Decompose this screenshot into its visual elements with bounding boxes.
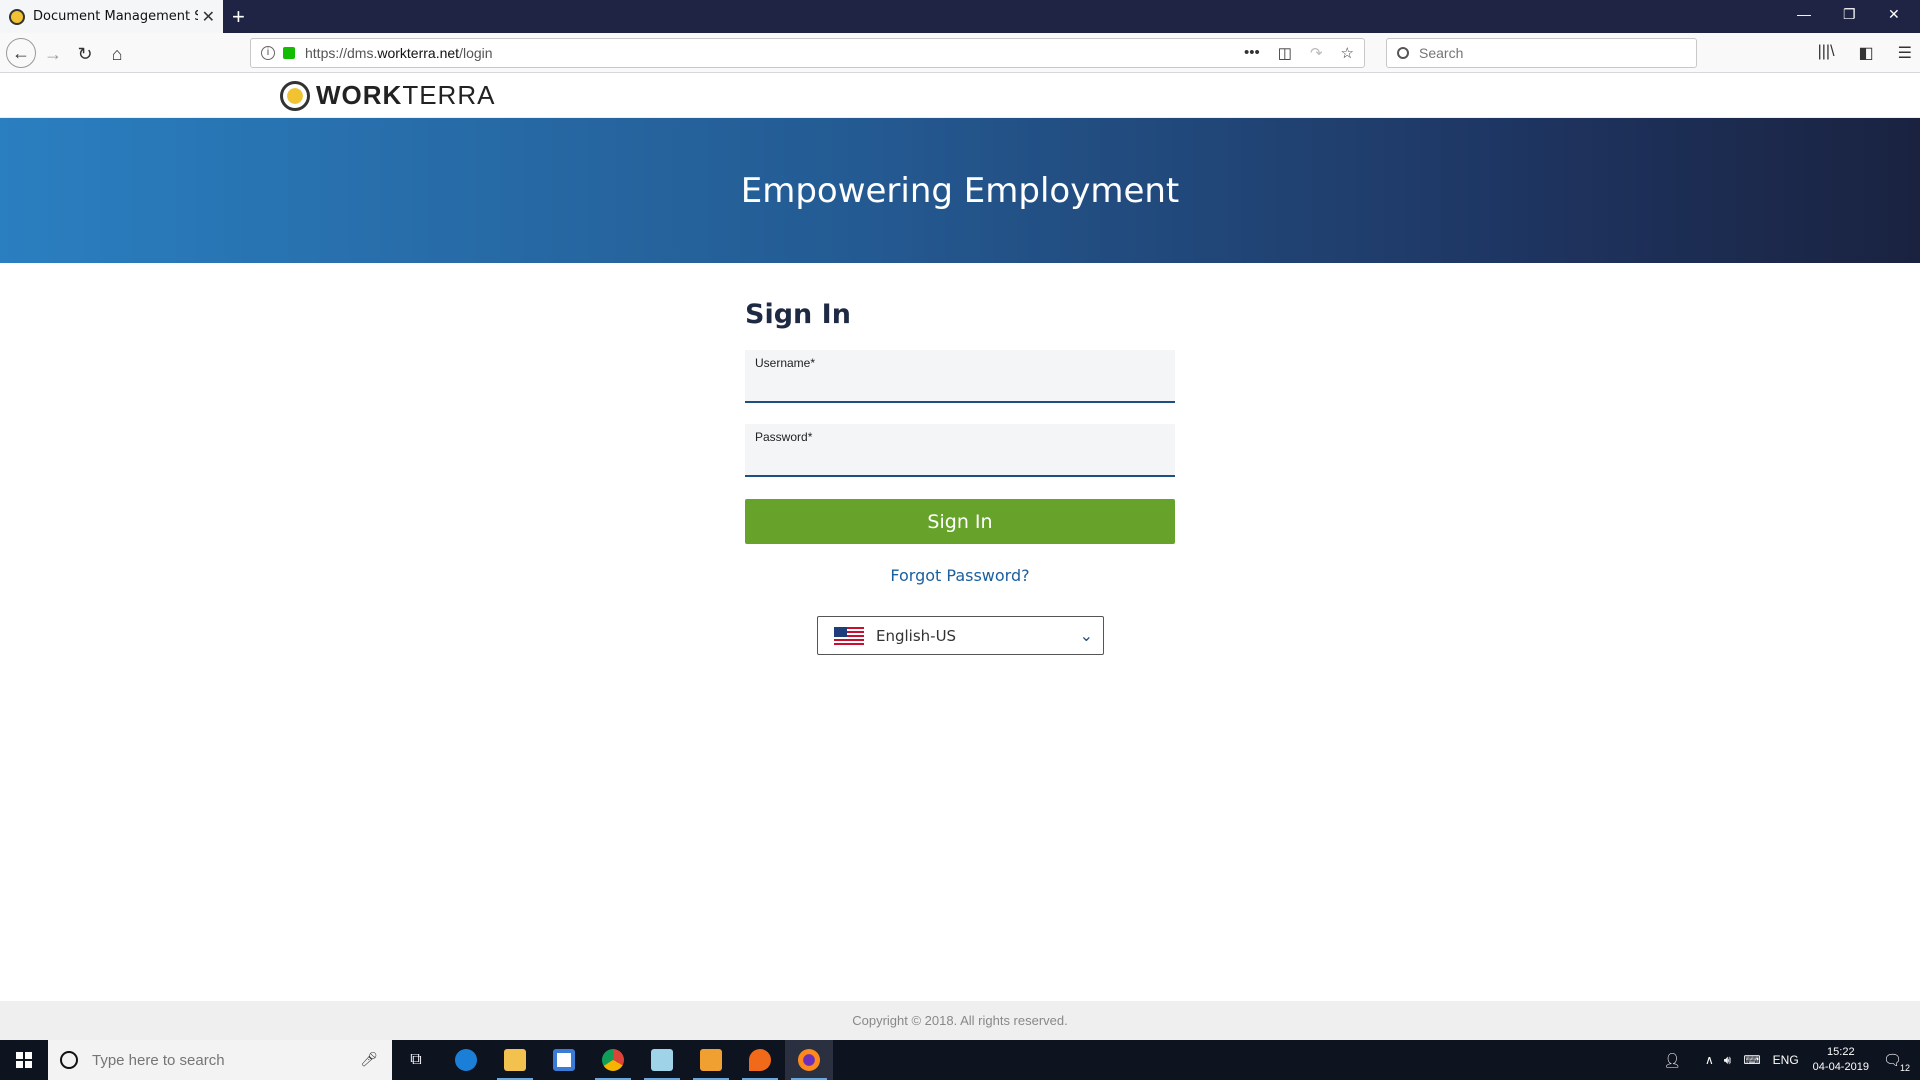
language-select[interactable]: English-US ⌄ [817, 616, 1104, 655]
pocket-icon[interactable]: ◫ [1278, 44, 1292, 62]
browser-tab[interactable]: Document Management Servic ✕ [0, 0, 223, 33]
taskbar-app-notes[interactable] [638, 1040, 686, 1080]
browser-search-input[interactable] [1419, 45, 1679, 61]
browser-search-bar[interactable] [1386, 38, 1697, 68]
menu-icon[interactable]: ☰ [1898, 43, 1912, 63]
back-icon[interactable]: ← [6, 38, 36, 68]
copyright-text: Copyright © 2018. All rights reserved. [852, 1013, 1068, 1028]
taskbar-store[interactable] [540, 1040, 588, 1080]
people-icon[interactable]: 👤︎ [1663, 1052, 1681, 1069]
task-view-icon: ⧉ [410, 1051, 422, 1068]
tab-title: Document Management Servic [33, 9, 198, 24]
close-tab-icon[interactable]: ✕ [202, 7, 215, 27]
clock-date: 04-04-2019 [1812, 1061, 1869, 1073]
password-field[interactable]: Password* [745, 424, 1175, 477]
firefox-icon [798, 1049, 820, 1071]
windows-logo-icon [16, 1052, 32, 1068]
forgot-password-link[interactable]: Forgot Password? [745, 566, 1175, 585]
taskbar-chrome[interactable] [589, 1040, 637, 1080]
bookmark-star-icon[interactable]: ☆ [1341, 44, 1354, 62]
logo-bold: WORK [316, 80, 403, 110]
window-close-icon[interactable]: ✕ [1888, 6, 1900, 23]
logo-wordmark: WORKTERRA [316, 80, 495, 111]
taskbar-edge[interactable] [442, 1040, 490, 1080]
flame-app-icon [749, 1049, 771, 1071]
lock-icon [283, 47, 295, 59]
task-view-button[interactable]: ⧉ [392, 1040, 440, 1080]
url-bar-tools: ••• ◫ ↷ ☆ [1244, 44, 1354, 62]
minimize-icon[interactable]: — [1797, 6, 1811, 22]
url-domain: workterra.net [377, 45, 460, 61]
taskbar: 🎤︎ ⧉ 👤︎ ∧ 🔊︎ ⌨ ENG 15:22 04-04-2019 🗨︎12 [0, 1040, 1920, 1080]
site-footer: Copyright © 2018. All rights reserved. [0, 1001, 1920, 1040]
site-info-icon[interactable]: i [261, 46, 275, 60]
store-icon [553, 1049, 575, 1071]
url-prefix: https://dms. [305, 45, 378, 61]
library-icon[interactable]: |||\ [1818, 43, 1835, 63]
username-input[interactable] [755, 375, 1165, 397]
microphone-icon[interactable]: 🎤︎ [360, 1051, 378, 1068]
username-field[interactable]: Username* [745, 350, 1175, 403]
language-value: English-US [876, 626, 957, 645]
us-flag-icon [834, 626, 864, 645]
browser-toolbar: ← → ↻ ⌂ i https://dms.workterra.net/logi… [0, 33, 1920, 73]
system-tray: 👤︎ ∧ 🔊︎ ⌨ ENG 15:22 04-04-2019 🗨︎ 12 [1663, 1040, 1920, 1080]
signin-heading: Sign In [745, 299, 851, 330]
taskbar-search-input[interactable] [92, 1051, 362, 1069]
reload-icon[interactable]: ↻ [72, 41, 98, 67]
folder-icon [504, 1049, 526, 1071]
browser-tabstrip: Document Management Servic ✕ + — ❐ ✕ [0, 0, 1920, 33]
url-text[interactable]: https://dms.workterra.net/login [305, 45, 493, 61]
taskbar-file-explorer[interactable] [491, 1040, 539, 1080]
web-page: WORKTERRA Empowering Employment Sign In … [0, 74, 1920, 1040]
home-icon[interactable]: ⌂ [104, 41, 130, 67]
url-path: /login [459, 45, 493, 61]
taskbar-media-player[interactable] [687, 1040, 735, 1080]
logo-rest: TERRA [402, 80, 496, 110]
edge-icon [455, 1049, 477, 1071]
keyboard-icon[interactable]: ⌨ [1743, 1053, 1760, 1067]
clock[interactable]: 15:22 04-04-2019 [1813, 1045, 1869, 1075]
search-icon [1397, 47, 1409, 59]
forward-icon[interactable]: → [40, 41, 66, 67]
password-input[interactable] [755, 449, 1165, 471]
clock-time: 15:22 [1827, 1046, 1855, 1058]
workterra-logo[interactable]: WORKTERRA [280, 80, 495, 111]
chevron-up-icon[interactable]: ∧ [1705, 1053, 1714, 1067]
toolbar-right: |||\ ◧ ☰ [1818, 43, 1912, 63]
site-favicon-icon [9, 8, 25, 25]
hero-banner: Empowering Employment [0, 118, 1920, 263]
notification-count: 12 [1899, 1063, 1910, 1073]
chevron-down-icon: ⌄ [1079, 628, 1093, 645]
password-label: Password* [755, 430, 813, 444]
volume-icon[interactable]: 🔊︎ [1724, 1053, 1732, 1068]
site-header: WORKTERRA [0, 74, 1920, 118]
restore-icon[interactable]: ❐ [1843, 6, 1856, 23]
notes-app-icon [651, 1049, 673, 1071]
url-bar[interactable]: i https://dms.workterra.net/login ••• ◫ … [250, 38, 1365, 68]
hero-title: Empowering Employment [740, 170, 1180, 211]
page-actions-icon[interactable]: ••• [1244, 44, 1260, 62]
start-button[interactable] [0, 1040, 48, 1080]
chrome-icon [602, 1049, 624, 1071]
screen: Document Management Servic ✕ + — ❐ ✕ ← →… [0, 0, 1920, 1080]
taskbar-firefox[interactable] [785, 1040, 833, 1080]
signin-form: Sign In Username* Password* Sign In Forg… [745, 299, 1175, 655]
reader-icon[interactable]: ↷ [1310, 44, 1323, 62]
media-player-icon [700, 1049, 722, 1071]
new-tab-icon[interactable]: + [232, 4, 245, 30]
sidebar-icon[interactable]: ◧ [1859, 43, 1874, 63]
signin-button[interactable]: Sign In [745, 499, 1175, 544]
taskbar-search[interactable]: 🎤︎ [48, 1040, 392, 1080]
cortana-icon [60, 1051, 78, 1069]
notifications-icon[interactable]: 🗨︎ 12 [1883, 1051, 1910, 1073]
logo-mark-icon [280, 80, 310, 111]
language-indicator[interactable]: ENG [1773, 1053, 1799, 1067]
username-label: Username* [755, 356, 816, 370]
taskbar-app-flame[interactable] [736, 1040, 784, 1080]
